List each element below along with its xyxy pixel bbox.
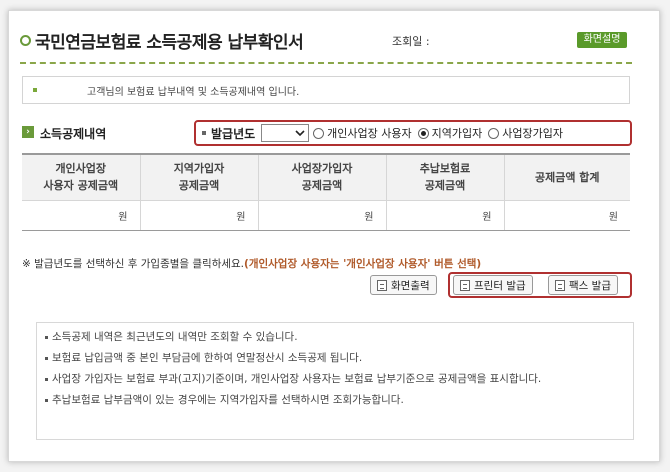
table-cell: 원 (504, 200, 630, 231)
instruction-emphasis: (개인사업장 사용자는 '개인사업장 사용자' 버튼 선택) (244, 258, 482, 270)
radio-label: 개인사업장 사용자 (327, 127, 412, 140)
table-cell: 원 (140, 200, 259, 231)
button-label: 팩스 발급 (569, 279, 611, 292)
radio-label: 지역가입자 (431, 127, 483, 140)
bullet-icon (33, 88, 37, 92)
button-label: 프린터 발급 (474, 279, 526, 292)
print-icon (377, 279, 387, 291)
table-row: 원 원 원 원 원 (22, 200, 630, 231)
bullet-icon (45, 399, 48, 402)
info-box: 소득공제 내역은 최근년도의 내역만 조회할 수 있습니다. 보험료 납입금액 … (36, 322, 634, 440)
radio-label: 사업장가입자 (502, 127, 563, 140)
screen-print-button[interactable]: 화면출력 (370, 275, 437, 295)
year-label: 발급년도 (211, 126, 256, 141)
radio-button-selected[interactable] (417, 127, 429, 139)
button-label: 화면출력 (391, 279, 430, 292)
fax-icon (555, 279, 565, 291)
info-text: 추납보험료 납부금액이 있는 경우에는 지역가입자를 선택하시면 조회가능합니다… (52, 394, 404, 406)
instruction-main: ※ 발급년도를 선택하신 후 가입종별을 클릭하세요. (22, 258, 245, 270)
list-item: 소득공제 내역은 최근년도의 내역만 조회할 수 있습니다. (45, 329, 625, 345)
help-button[interactable]: 화면설명 (577, 32, 627, 48)
filter-bar: 발급년도 개인사업장 사용자 지역가입자 사업장가입자 (194, 120, 632, 146)
table-cell: 원 (386, 200, 505, 231)
bullet-icon (45, 336, 48, 339)
printer-issue-button[interactable]: 프린터 발급 (453, 275, 533, 295)
column-header: 추납보험료 공제금액 (386, 154, 505, 201)
column-header: 지역가입자 공제금액 (140, 154, 259, 201)
notice-text: 고객님의 보험료 납부내역 및 소득공제내역 입니다. (87, 86, 300, 98)
deduction-table: 개인사업장 사용자 공제금액 지역가입자 공제금액 사업장가입자 공제금액 추납… (22, 153, 630, 231)
year-select[interactable] (261, 124, 310, 142)
instruction-text: ※ 발급년도를 선택하신 후 가입종별을 클릭하세요.(개인사업장 사용자는 '… (22, 256, 481, 271)
section-arrow-icon: › (22, 126, 34, 138)
fax-issue-button[interactable]: 팩스 발급 (548, 275, 618, 295)
printer-icon (460, 279, 470, 291)
table-header-row: 개인사업장 사용자 공제금액 지역가입자 공제금액 사업장가입자 공제금액 추납… (22, 154, 630, 201)
info-text: 사업장 가입자는 보험료 부과(고지)기준이며, 개인사업장 사용자는 보험료 … (52, 373, 542, 385)
list-item: 추납보험료 납부금액이 있는 경우에는 지역가입자를 선택하시면 조회가능합니다… (45, 392, 625, 408)
chevron-down-icon (295, 130, 305, 137)
square-bullet-icon (202, 131, 206, 135)
column-header: 공제금액 합계 (504, 154, 630, 201)
table-cell: 원 (22, 200, 141, 231)
info-text: 소득공제 내역은 최근년도의 내역만 조회할 수 있습니다. (52, 331, 298, 343)
notice-box: 고객님의 보험료 납부내역 및 소득공제내역 입니다. (22, 76, 630, 104)
column-header: 개인사업장 사용자 공제금액 (22, 154, 141, 201)
radio-button[interactable] (313, 127, 325, 139)
radio-button[interactable] (488, 127, 500, 139)
page-title-row: 국민연금보험료 소득공제용 납부확인서 (20, 28, 304, 53)
circle-bullet-icon (20, 35, 31, 46)
bullet-icon (45, 378, 48, 381)
table-cell: 원 (258, 200, 387, 231)
section-title: 소득공제내역 (40, 127, 107, 141)
title-divider (20, 62, 632, 64)
lookup-date-label: 조회일 : (392, 35, 430, 48)
info-text: 보험료 납입금액 중 본인 부담금에 한하여 연말정산시 소득공제 됩니다. (52, 352, 363, 364)
radio-regional-subscriber[interactable]: 지역가입자 (417, 125, 483, 141)
radio-workplace-subscriber[interactable]: 사업장가입자 (488, 125, 563, 141)
column-header: 사업장가입자 공제금액 (258, 154, 387, 201)
list-item: 사업장 가입자는 보험료 부과(고지)기준이며, 개인사업장 사용자는 보험료 … (45, 371, 625, 387)
radio-individual-employer[interactable]: 개인사업장 사용자 (313, 125, 412, 141)
page-title: 국민연금보험료 소득공제용 납부확인서 (35, 33, 304, 53)
list-item: 보험료 납입금액 중 본인 부담금에 한하여 연말정산시 소득공제 됩니다. (45, 350, 625, 366)
bullet-icon (45, 357, 48, 360)
